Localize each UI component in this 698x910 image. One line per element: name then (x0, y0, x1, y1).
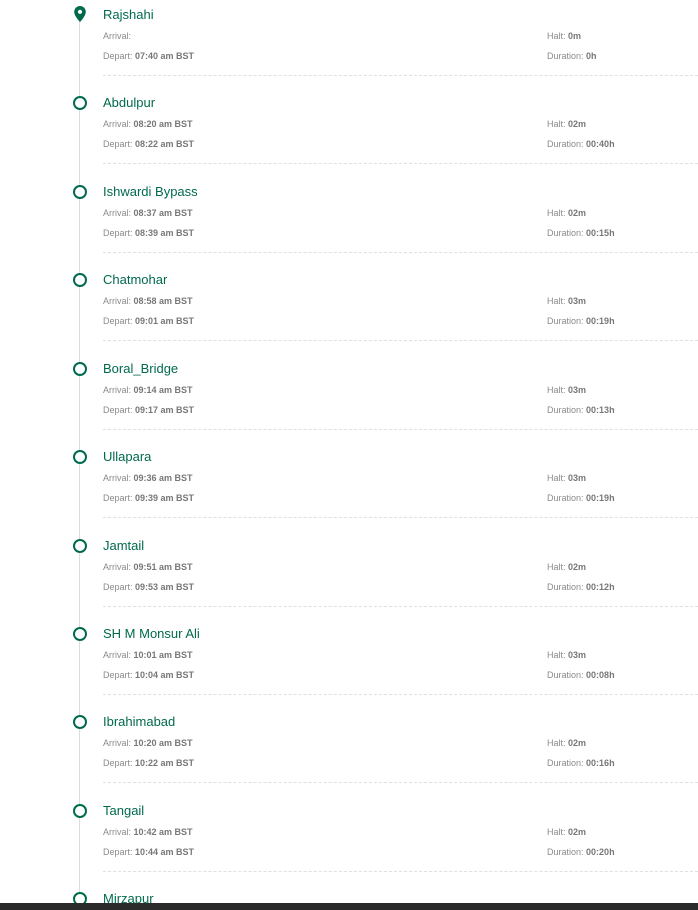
arrival-info: Arrival: 10:01 am BST (103, 650, 193, 660)
depart-info: Depart: 09:39 am BST (103, 493, 195, 503)
stop-circle-icon (73, 804, 87, 818)
stop-item: SH M Monsur Ali Arrival: 10:01 am BST De… (0, 622, 698, 710)
depart-info: Depart: 07:40 am BST (103, 51, 195, 61)
stop-name: Mirzapur (103, 891, 154, 903)
divider (103, 429, 698, 430)
halt-info: Halt: 03m (547, 650, 587, 660)
halt-info: Halt: 03m (547, 473, 587, 483)
location-pin-icon (74, 6, 86, 22)
stop-name: SH M Monsur Ali (103, 626, 200, 641)
stop-item: Mirzapur (0, 887, 698, 903)
stop-item: Rajshahi Arrival: Depart: 07:40 am BST H… (0, 3, 698, 91)
divider (103, 163, 698, 164)
duration-info: Duration: 00:13h (547, 405, 615, 415)
depart-info: Depart: 10:44 am BST (103, 847, 195, 857)
arrival-info: Arrival: (103, 31, 132, 41)
stop-item: Ullapara Arrival: 09:36 am BST Depart: 0… (0, 445, 698, 533)
arrival-info: Arrival: 09:51 am BST (103, 562, 193, 572)
stop-circle-icon (73, 273, 87, 287)
stop-name: Chatmohar (103, 272, 168, 287)
arrival-info: Arrival: 08:58 am BST (103, 296, 193, 306)
divider (103, 252, 698, 253)
stop-circle-icon (73, 539, 87, 553)
depart-info: Depart: 10:04 am BST (103, 670, 195, 680)
duration-info: Duration: 00:19h (547, 493, 615, 503)
stop-item: Ishwardi Bypass Arrival: 08:37 am BST De… (0, 180, 698, 268)
stop-item: Jamtail Arrival: 09:51 am BST Depart: 09… (0, 534, 698, 622)
divider (103, 782, 698, 783)
stop-circle-icon (73, 715, 87, 729)
halt-info: Halt: 03m (547, 296, 587, 306)
stop-item: Chatmohar Arrival: 08:58 am BST Depart: … (0, 268, 698, 356)
stop-circle-icon (73, 450, 87, 464)
stop-circle-icon (73, 627, 87, 641)
halt-info: Halt: 02m (547, 827, 587, 837)
stop-name: Tangail (103, 803, 145, 818)
arrival-info: Arrival: 09:36 am BST (103, 473, 193, 483)
stop-name: Jamtail (103, 538, 145, 553)
halt-info: Halt: 02m (547, 119, 587, 129)
duration-info: Duration: 00:08h (547, 670, 615, 680)
stop-name: Ullapara (103, 449, 152, 464)
stop-item: Ibrahimabad Arrival: 10:20 am BST Depart… (0, 710, 698, 798)
stop-circle-icon (73, 362, 87, 376)
stop-circle-icon (73, 892, 87, 903)
duration-info: Duration: 00:16h (547, 758, 615, 768)
bottom-bar (0, 903, 698, 910)
halt-info: Halt: 03m (547, 385, 587, 395)
depart-info: Depart: 09:17 am BST (103, 405, 195, 415)
duration-info: Duration: 00:15h (547, 228, 615, 238)
halt-info: Halt: 02m (547, 562, 587, 572)
divider (103, 517, 698, 518)
halt-info: Halt: 02m (547, 208, 587, 218)
divider (103, 75, 698, 76)
halt-info: Halt: 02m (547, 738, 587, 748)
divider (103, 871, 698, 872)
arrival-info: Arrival: 08:37 am BST (103, 208, 193, 218)
divider (103, 694, 698, 695)
stop-circle-icon (73, 185, 87, 199)
stop-name: Abdulpur (103, 95, 156, 110)
depart-info: Depart: 10:22 am BST (103, 758, 195, 768)
arrival-info: Arrival: 08:20 am BST (103, 119, 193, 129)
stop-name: Boral_Bridge (103, 361, 179, 376)
stop-name: Ishwardi Bypass (103, 184, 198, 199)
stop-item: Boral_Bridge Arrival: 09:14 am BST Depar… (0, 357, 698, 445)
duration-info: Duration: 00:12h (547, 582, 615, 592)
depart-info: Depart: 09:53 am BST (103, 582, 195, 592)
depart-info: Depart: 09:01 am BST (103, 316, 195, 326)
arrival-info: Arrival: 10:42 am BST (103, 827, 193, 837)
depart-info: Depart: 08:39 am BST (103, 228, 195, 238)
stop-item: Abdulpur Arrival: 08:20 am BST Depart: 0… (0, 91, 698, 179)
halt-info: Halt: 0m (547, 31, 582, 41)
stop-item: Tangail Arrival: 10:42 am BST Depart: 10… (0, 799, 698, 887)
duration-info: Duration: 00:19h (547, 316, 615, 326)
stop-name: Ibrahimabad (103, 714, 176, 729)
depart-info: Depart: 08:22 am BST (103, 139, 195, 149)
duration-info: Duration: 0h (547, 51, 597, 61)
arrival-info: Arrival: 09:14 am BST (103, 385, 193, 395)
divider (103, 606, 698, 607)
arrival-info: Arrival: 10:20 am BST (103, 738, 193, 748)
duration-info: Duration: 00:40h (547, 139, 615, 149)
stop-name: Rajshahi (103, 7, 154, 22)
duration-info: Duration: 00:20h (547, 847, 615, 857)
divider (103, 340, 698, 341)
stop-circle-icon (73, 96, 87, 110)
